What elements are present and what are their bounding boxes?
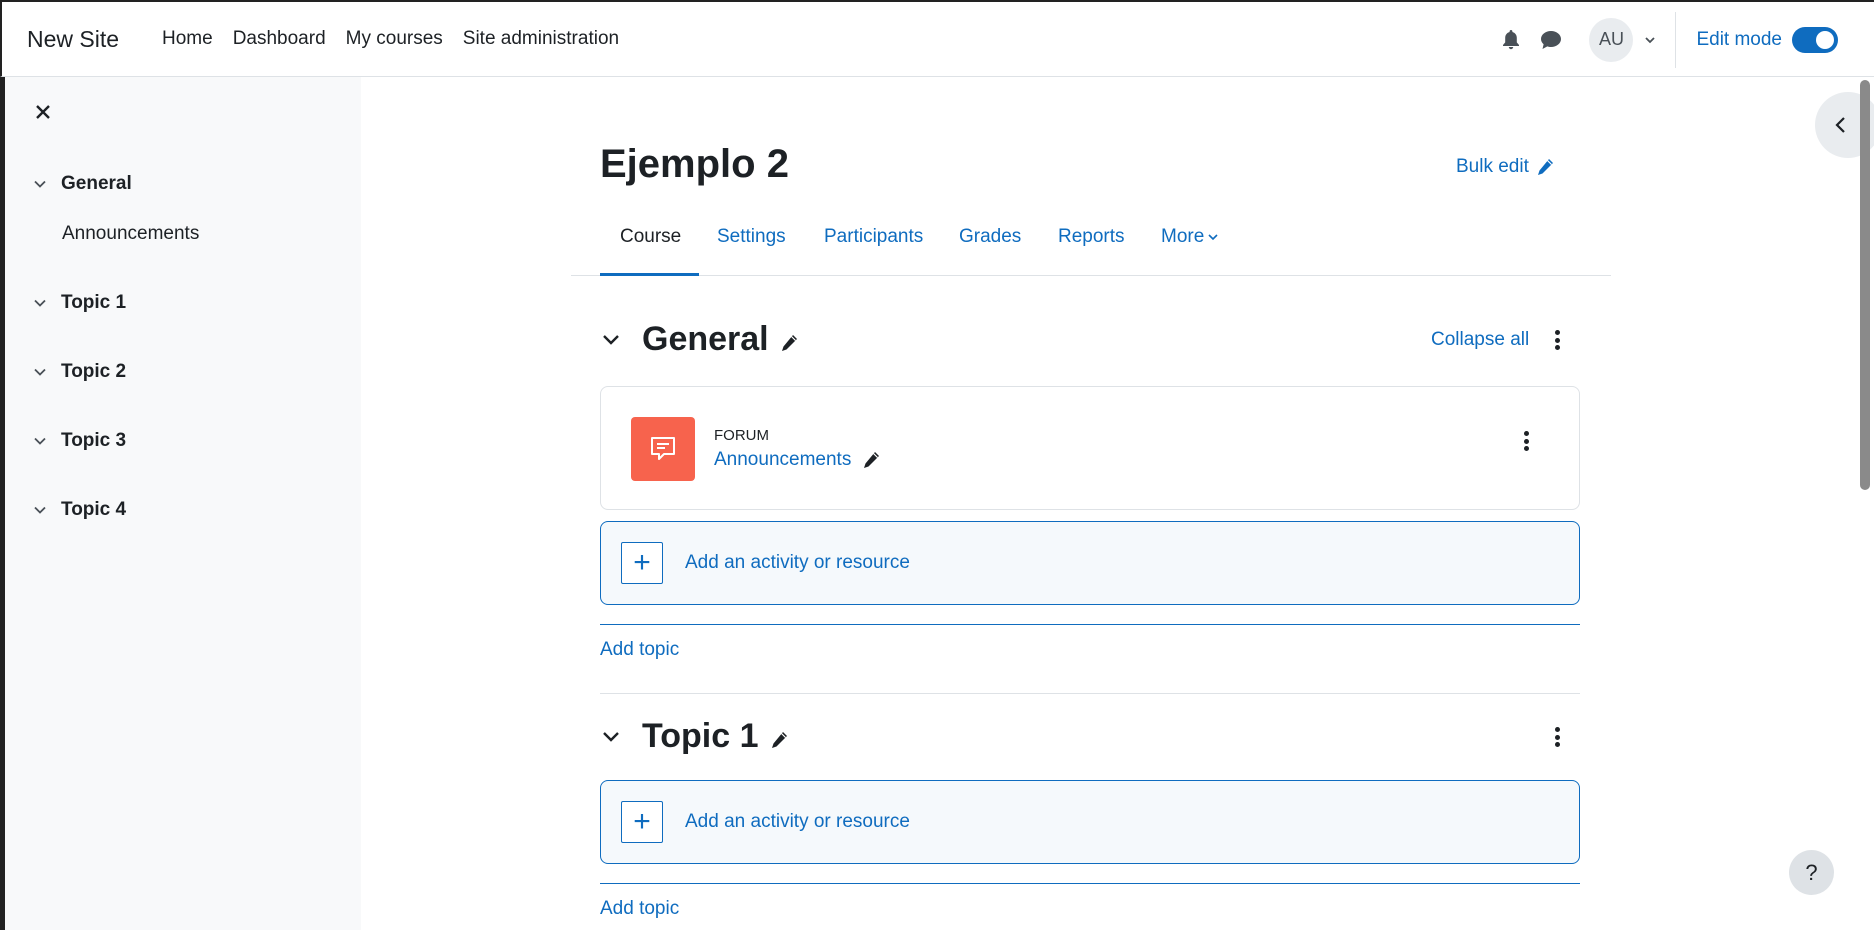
chevron-down-icon[interactable] [33, 434, 47, 448]
chevron-down-icon[interactable] [33, 365, 47, 379]
pencil-icon[interactable] [861, 450, 881, 470]
forum-icon [631, 417, 695, 481]
edit-mode-toggle[interactable] [1792, 26, 1838, 53]
scrollbar[interactable] [1860, 80, 1870, 490]
site-brand[interactable]: New Site [27, 26, 119, 53]
section-header-general: General [600, 320, 799, 359]
nav-site-administration[interactable]: Site administration [463, 28, 619, 50]
drawer-section-topic-3[interactable]: Topic 3 [33, 430, 126, 452]
page-title: Ejemplo 2 [600, 142, 789, 186]
section-header-topic-1: Topic 1 [600, 717, 789, 756]
drawer-section-title[interactable]: General [61, 173, 132, 195]
help-button[interactable]: ? [1789, 850, 1834, 895]
drawer-section-general[interactable]: General [33, 173, 132, 195]
add-activity-button[interactable]: + Add an activity or resource [600, 780, 1580, 864]
active-tab-indicator [600, 273, 699, 276]
drawer-section-title[interactable]: Topic 2 [61, 361, 126, 383]
tab-reports[interactable]: Reports [1058, 226, 1125, 248]
navbar-divider [1675, 11, 1677, 68]
edit-mode-switch[interactable]: Edit mode [1696, 26, 1838, 53]
add-topic-link[interactable]: Add topic [600, 898, 679, 920]
add-activity-label: Add an activity or resource [685, 811, 910, 832]
activity-name[interactable]: Announcements [714, 449, 851, 471]
section-title: Topic 1 [642, 717, 759, 755]
drawer-section-title[interactable]: Topic 1 [61, 292, 126, 314]
messages-chat-icon[interactable] [1539, 28, 1563, 52]
drawer-section-topic-4[interactable]: Topic 4 [33, 499, 126, 521]
drawer-section-title[interactable]: Topic 4 [61, 499, 126, 521]
secondary-navigation: Course Settings Participants Grades Repo… [571, 222, 1611, 276]
drawer-item-announcements[interactable]: Announcements [62, 223, 199, 245]
course-index-drawer: General Announcements Topic 1 Topic 2 To… [0, 77, 361, 930]
section-title: General [642, 320, 769, 358]
bulk-edit-label: Bulk edit [1456, 156, 1529, 177]
add-activity-button[interactable]: + Add an activity or resource [600, 521, 1580, 605]
pencil-icon[interactable] [769, 730, 789, 750]
plus-icon: + [621, 542, 663, 584]
section-separator [600, 693, 1580, 694]
primary-navigation: Home Dashboard My courses Site administr… [162, 28, 639, 50]
user-menu[interactable]: AU [1589, 17, 1657, 62]
chevron-down-icon[interactable] [600, 329, 622, 351]
top-navbar: New Site Home Dashboard My courses Site … [0, 0, 1874, 77]
chevron-down-icon [1645, 36, 1656, 43]
section-menu-kebab-icon[interactable] [1554, 727, 1560, 747]
chevron-down-icon[interactable] [600, 726, 622, 748]
collapse-all-link[interactable]: Collapse all [1431, 329, 1529, 351]
activity-card-forum: FORUM Announcements [600, 386, 1580, 510]
activity-link[interactable]: Announcements [714, 449, 881, 471]
close-icon[interactable] [33, 102, 53, 122]
nav-my-courses[interactable]: My courses [346, 28, 443, 50]
navbar-right: AU Edit mode [1499, 2, 1874, 77]
tab-more[interactable]: More [1161, 226, 1219, 248]
tab-course[interactable]: Course [620, 226, 681, 248]
drawer-section-topic-2[interactable]: Topic 2 [33, 361, 126, 383]
tab-participants[interactable]: Participants [824, 226, 923, 248]
add-activity-label: Add an activity or resource [685, 552, 910, 573]
tab-more-label: More [1161, 226, 1205, 247]
tab-grades[interactable]: Grades [959, 226, 1021, 248]
chevron-down-icon[interactable] [33, 296, 47, 310]
chevron-left-icon [1835, 117, 1845, 133]
chevron-down-icon[interactable] [33, 177, 47, 191]
tab-settings[interactable]: Settings [717, 226, 786, 248]
nav-dashboard[interactable]: Dashboard [233, 28, 326, 50]
section-divider [600, 883, 1580, 884]
plus-icon: + [621, 801, 663, 843]
section-menu-kebab-icon[interactable] [1554, 330, 1560, 350]
drawer-section-title[interactable]: Topic 3 [61, 430, 126, 452]
pencil-icon [1537, 159, 1553, 175]
edit-mode-label: Edit mode [1696, 28, 1782, 50]
avatar[interactable]: AU [1589, 17, 1634, 62]
activity-type: FORUM [714, 427, 769, 444]
chevron-down-icon [1208, 234, 1218, 241]
pencil-icon[interactable] [779, 333, 799, 353]
chevron-down-icon[interactable] [33, 503, 47, 517]
nav-home[interactable]: Home [162, 28, 213, 50]
add-topic-link[interactable]: Add topic [600, 639, 679, 661]
section-divider [600, 624, 1580, 625]
toggle-knob [1816, 30, 1834, 49]
activity-menu-kebab-icon[interactable] [1523, 431, 1529, 451]
notifications-bell-icon[interactable] [1499, 28, 1523, 52]
bulk-edit-button[interactable]: Bulk edit [1456, 156, 1555, 178]
drawer-section-topic-1[interactable]: Topic 1 [33, 292, 126, 314]
